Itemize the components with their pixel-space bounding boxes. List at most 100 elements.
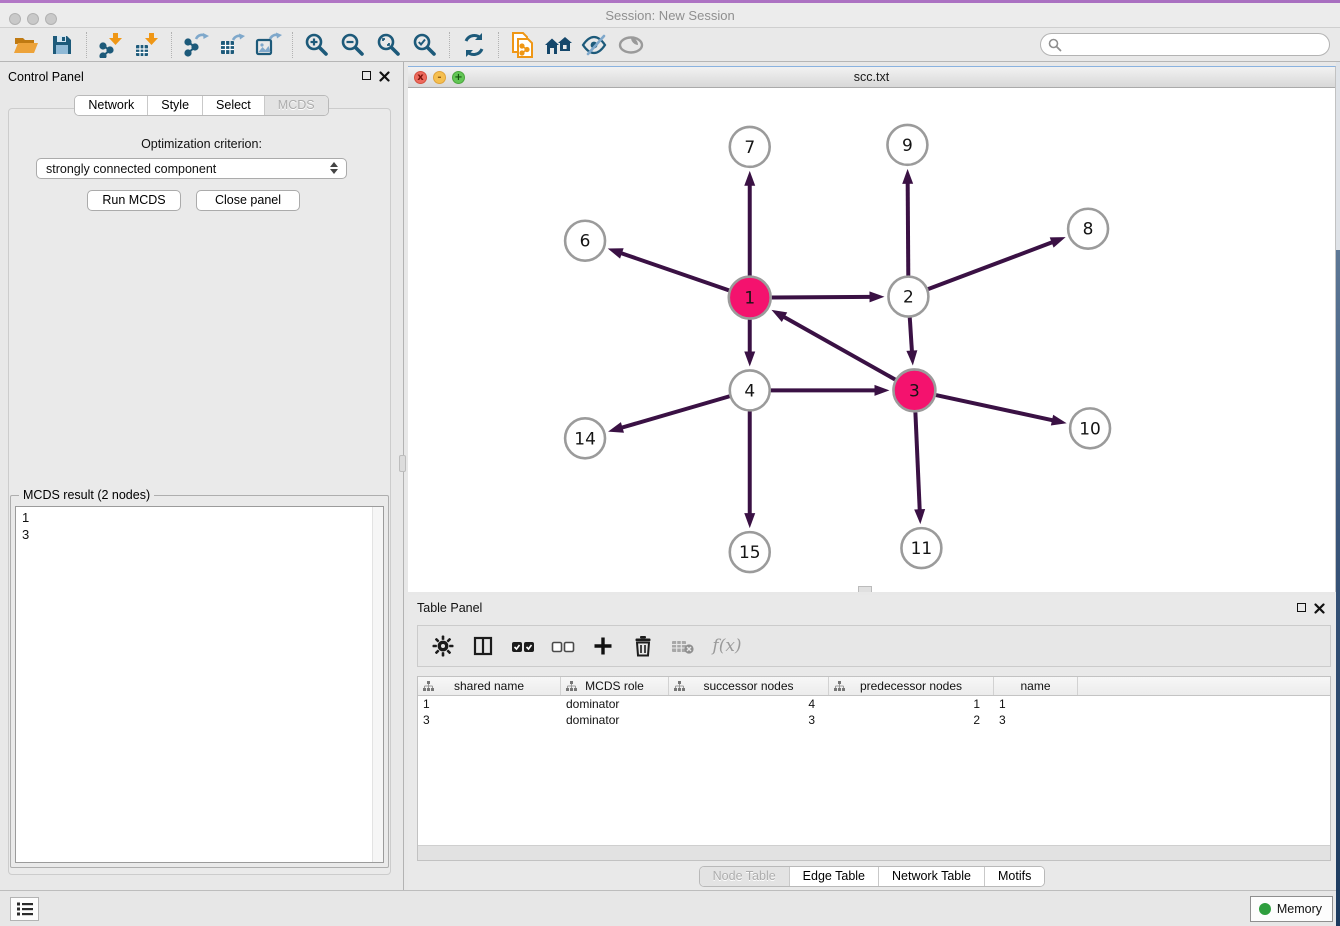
show-column-panel-button[interactable] (470, 633, 496, 659)
deselect-all-rows-button[interactable] (550, 633, 576, 659)
column-header[interactable]: successor nodes (669, 677, 829, 695)
graph-node-3[interactable]: 3 (893, 369, 935, 411)
close-panel-button[interactable]: Close panel (196, 190, 300, 211)
graph-edge-2-9[interactable] (902, 169, 913, 276)
table-cell[interactable]: 3 (418, 712, 561, 728)
copy-network-view-button[interactable] (505, 30, 541, 60)
import-network-icon (98, 32, 124, 58)
tab-node-table[interactable]: Node Table (700, 867, 789, 886)
task-history-button[interactable] (10, 897, 39, 921)
table-cell[interactable]: 3 (669, 712, 829, 728)
graph-node-1[interactable]: 1 (729, 277, 771, 319)
table-cell[interactable]: 1 (994, 696, 1078, 712)
graph-node-11[interactable]: 11 (901, 528, 941, 568)
control-panel-float-button[interactable] (362, 71, 371, 80)
column-header[interactable]: shared name (418, 677, 561, 695)
table-cell[interactable]: dominator (561, 712, 669, 728)
export-table-button[interactable] (214, 30, 250, 60)
tab-edge-table[interactable]: Edge Table (789, 867, 878, 886)
graph-node-6[interactable]: 6 (565, 221, 605, 261)
graph-node-4[interactable]: 4 (730, 370, 770, 410)
graph-edge-1-7[interactable] (744, 171, 755, 276)
table-row[interactable]: 3dominator323 (418, 712, 1330, 728)
import-table-button[interactable] (129, 30, 165, 60)
graph-edge-3-11[interactable] (914, 412, 925, 524)
graph-node-7[interactable]: 7 (730, 127, 770, 167)
zoom-selected-button[interactable] (407, 30, 443, 60)
graph-node-2[interactable]: 2 (888, 277, 928, 317)
zoom-out-button[interactable] (335, 30, 371, 60)
tab-network[interactable]: Network (75, 96, 147, 115)
zoom-in-button[interactable] (299, 30, 335, 60)
tab-mcds[interactable]: MCDS (264, 96, 328, 115)
column-header[interactable]: name (994, 677, 1078, 695)
zoom-fit-button[interactable] (371, 30, 407, 60)
home-button[interactable] (541, 30, 577, 60)
graph-edge-4-14[interactable] (608, 396, 730, 432)
graph-node-14[interactable]: 14 (565, 418, 605, 458)
memory-button[interactable]: Memory (1250, 896, 1333, 922)
export-image-button[interactable] (250, 30, 286, 60)
search-field[interactable] (1040, 33, 1330, 56)
table-body[interactable]: 1dominator4113dominator323 (418, 696, 1330, 845)
import-network-button[interactable] (93, 30, 129, 60)
tab-select[interactable]: Select (202, 96, 264, 115)
function-builder-button-disabled: f(x) (710, 633, 744, 659)
graph-edge-1-2[interactable] (772, 291, 885, 302)
svg-text:14: 14 (574, 428, 596, 448)
panel-splitter-grip[interactable] (399, 455, 406, 472)
save-session-button[interactable] (44, 30, 80, 60)
mcds-result-fieldset: MCDS result (2 nodes) 1 3 (10, 495, 389, 868)
table-cell[interactable]: 1 (829, 696, 994, 712)
graph-edge-1-4[interactable] (744, 320, 755, 367)
table-cell[interactable]: 4 (669, 696, 829, 712)
create-column-button[interactable] (590, 633, 616, 659)
refresh-button[interactable] (456, 30, 492, 60)
column-header[interactable]: MCDS role (561, 677, 669, 695)
tab-network-table[interactable]: Network Table (878, 867, 984, 886)
network-canvas[interactable]: 7 9 6 8 1 2 4 3 14 10 15 11 (408, 88, 1335, 592)
graph-node-8[interactable]: 8 (1068, 209, 1108, 249)
mcds-result-line: 1 (16, 507, 383, 526)
table-panel-float-button[interactable] (1297, 603, 1306, 612)
network-window-titlebar[interactable]: x - + scc.txt (408, 67, 1335, 88)
mcds-result-list[interactable]: 1 3 (15, 506, 384, 863)
main-titlebar: Session: New Session (0, 3, 1340, 28)
export-network-button[interactable] (178, 30, 214, 60)
tab-style[interactable]: Style (147, 96, 202, 115)
run-mcds-button[interactable]: Run MCDS (87, 190, 181, 211)
table-cell[interactable]: 2 (829, 712, 994, 728)
network-resize-grip[interactable] (858, 586, 872, 592)
graph-edge-3-1[interactable] (771, 310, 895, 380)
show-graphics-details-button[interactable] (613, 30, 649, 60)
graph-edge-3-10[interactable] (936, 395, 1067, 425)
criterion-dropdown[interactable]: strongly connected component (36, 158, 347, 179)
search-input[interactable] (1067, 38, 1329, 52)
table-cell[interactable]: 1 (418, 696, 561, 712)
graph-edge-2-8[interactable] (928, 237, 1066, 289)
tab-motifs[interactable]: Motifs (984, 867, 1044, 886)
control-panel-close-button[interactable] (379, 71, 390, 85)
graph-node-10[interactable]: 10 (1070, 408, 1110, 448)
table-row[interactable]: 1dominator411 (418, 696, 1330, 712)
graph-edge-1-6[interactable] (608, 248, 729, 290)
table-cell[interactable]: 3 (994, 712, 1078, 728)
desktop-wallpaper-right (1336, 250, 1340, 926)
graph-edge-4-3[interactable] (771, 385, 890, 396)
refresh-icon (461, 32, 487, 58)
graph-edge-2-3[interactable] (906, 318, 917, 366)
table-settings-button[interactable] (430, 633, 456, 659)
column-header[interactable]: predecessor nodes (829, 677, 994, 695)
table-cell[interactable]: dominator (561, 696, 669, 712)
open-session-button[interactable] (8, 30, 44, 60)
plus-icon (591, 634, 615, 658)
table-panel-close-button[interactable] (1314, 603, 1325, 617)
scrollbar-track[interactable] (372, 507, 383, 862)
hide-panels-button[interactable] (577, 30, 613, 60)
network-graph[interactable]: 7 9 6 8 1 2 4 3 14 10 15 11 (408, 88, 1335, 592)
delete-column-button[interactable] (630, 633, 656, 659)
graph-edge-4-15[interactable] (744, 411, 755, 528)
graph-node-9[interactable]: 9 (887, 125, 927, 165)
graph-node-15[interactable]: 15 (730, 532, 770, 572)
select-all-rows-button[interactable] (510, 633, 536, 659)
